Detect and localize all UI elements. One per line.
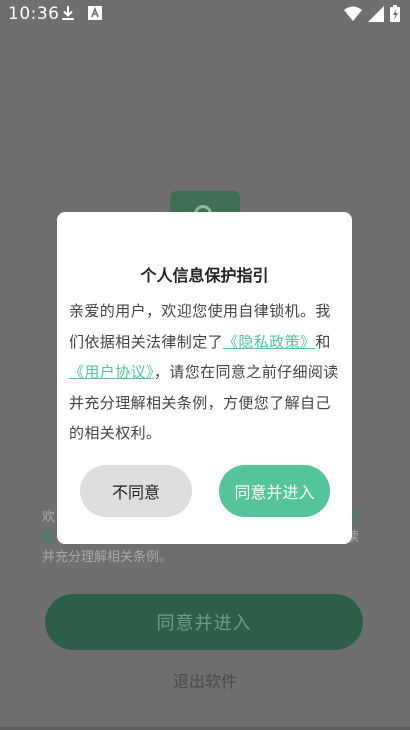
dialog-title: 个人信息保护指引 <box>140 266 269 285</box>
disagree-button[interactable]: 不同意 <box>80 465 192 517</box>
battery-icon <box>390 5 400 26</box>
privacy-policy-link[interactable]: 《隐私政策》 <box>223 333 315 351</box>
font-icon <box>88 5 102 25</box>
download-icon <box>60 5 76 25</box>
notice-privacy-link[interactable]: 私 <box>42 530 55 545</box>
status-left-icons <box>60 5 102 25</box>
status-bar: 10:36 <box>0 0 410 28</box>
privacy-dialog: 个人信息保护指引 亲爱的用户，欢迎您使用自律锁机。我们依据相关法律制定了《隐私政… <box>57 212 352 544</box>
status-right-icons <box>344 5 400 26</box>
dialog-body: 亲爱的用户，欢迎您使用自律锁机。我们依据相关法律制定了《隐私政策》和《用户协议》… <box>69 296 341 449</box>
status-time: 10:36 <box>8 4 60 24</box>
signal-icon <box>368 5 384 26</box>
user-agreement-link[interactable]: 《用户协议》 <box>69 363 154 381</box>
background-agree-button[interactable]: 同意并进入 <box>45 594 363 650</box>
agree-and-enter-button[interactable]: 同意并进入 <box>219 465 330 517</box>
exit-app-link[interactable]: 退出软件 <box>0 668 410 692</box>
notice-text-start: 欢 <box>42 510 56 525</box>
wifi-icon <box>344 6 362 26</box>
dialog-body-and: 和 <box>315 332 331 351</box>
background-notice-line-3: 并充分理解相关条例。 <box>42 550 173 565</box>
